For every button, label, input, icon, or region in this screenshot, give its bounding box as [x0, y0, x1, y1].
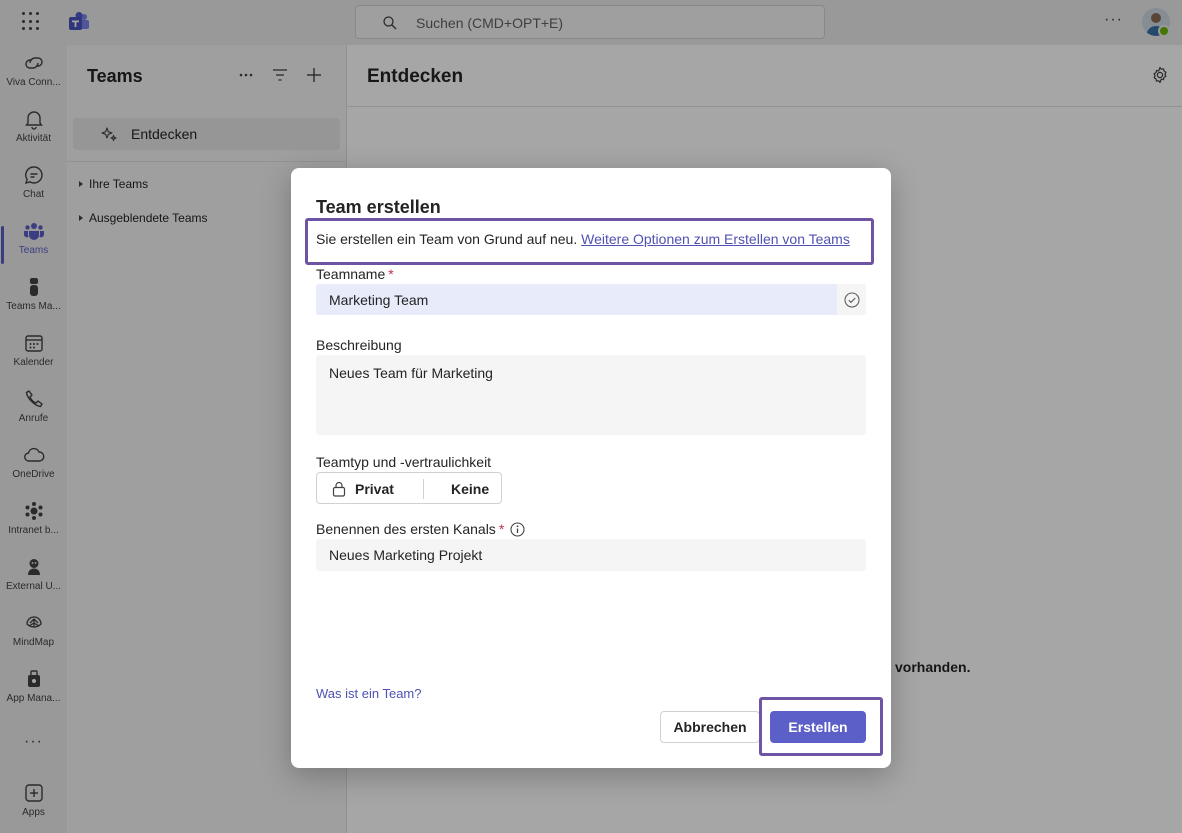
description-textarea[interactable]: Neues Team für Marketing — [316, 355, 866, 435]
team-type-label: Teamtyp und -vertraulichkeit — [316, 454, 492, 470]
sensitivity-value: Keine — [451, 481, 490, 497]
create-button[interactable]: Erstellen — [770, 711, 866, 743]
channel-label: Benennen des ersten Kanals * — [316, 521, 525, 537]
create-team-dialog: Team erstellen Sie erstellen ein Team vo… — [291, 168, 891, 768]
more-options-link[interactable]: Weitere Optionen zum Erstellen von Teams — [581, 231, 850, 247]
required-marker: * — [498, 521, 505, 537]
what-is-team-link[interactable]: Was ist ein Team? — [316, 686, 422, 701]
cancel-button[interactable]: Abbrechen — [660, 711, 760, 743]
team-name-input[interactable]: Marketing Team — [316, 284, 866, 315]
divider — [423, 479, 424, 499]
check-circle-icon — [837, 284, 866, 315]
channel-label-text: Benennen des ersten Kanals — [316, 521, 496, 537]
info-icon[interactable] — [510, 522, 525, 537]
description-value: Neues Team für Marketing — [329, 365, 493, 381]
channel-name-input[interactable]: Neues Marketing Projekt — [316, 539, 866, 571]
team-name-value: Marketing Team — [329, 292, 429, 308]
privacy-selector[interactable]: Privat Keine — [316, 472, 502, 504]
team-name-label: Teamname * — [316, 266, 394, 282]
dialog-title: Team erstellen — [316, 197, 441, 217]
channel-name-value: Neues Marketing Projekt — [329, 547, 483, 563]
description-label: Beschreibung — [316, 337, 402, 353]
team-name-label-text: Teamname — [316, 266, 386, 282]
dialog-intro: Sie erstellen ein Team von Grund auf neu… — [316, 231, 850, 247]
intro-text: Sie erstellen ein Team von Grund auf neu… — [316, 231, 582, 247]
lock-icon — [332, 481, 346, 497]
required-marker: * — [388, 266, 394, 282]
privacy-value: Privat — [355, 481, 394, 497]
